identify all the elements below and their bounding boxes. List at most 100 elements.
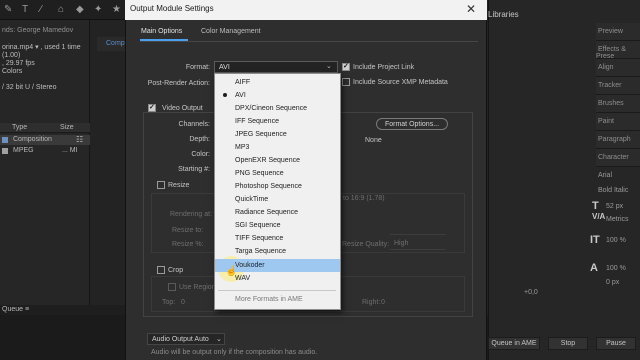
panel-brushes[interactable]: Brushes xyxy=(596,95,640,113)
offset-value: +0,0 xyxy=(524,289,538,296)
depth-label: Depth: xyxy=(189,136,210,143)
footage-res: (1.00) xyxy=(2,52,21,59)
panel-label: Tracker xyxy=(598,82,622,89)
format-option-tiff[interactable]: TIFF Sequence xyxy=(215,232,340,245)
format-option-sgi[interactable]: SGI Sequence xyxy=(215,219,340,232)
format-option-quicktime[interactable]: QuickTime xyxy=(215,193,340,206)
stop-button[interactable]: Stop xyxy=(548,337,588,350)
close-icon[interactable]: ✕ xyxy=(466,2,476,16)
audio-output-select[interactable]: Audio Output Auto ⌄ xyxy=(147,333,225,345)
font-size-icon: T xyxy=(592,200,599,212)
eraser-tool-icon[interactable]: ◆ xyxy=(76,4,84,15)
format-label: Format: xyxy=(185,64,210,71)
panel-paragraph[interactable]: Paragraph xyxy=(596,131,640,149)
footage-fps: , 29.97 fps xyxy=(2,60,35,67)
channels-label: Channels: xyxy=(178,121,210,128)
panel-character[interactable]: Character xyxy=(596,149,640,167)
tab-main-options[interactable]: Main Options xyxy=(141,28,182,35)
format-option-radiance[interactable]: Radiance Sequence xyxy=(215,206,340,219)
format-option-mp3[interactable]: MP3 xyxy=(215,141,340,154)
crop-right-label: Right: xyxy=(362,299,381,306)
format-option-png[interactable]: PNG Sequence xyxy=(215,167,340,180)
resize-to-label: Resize to: xyxy=(172,227,204,234)
resize-checkbox[interactable] xyxy=(157,181,165,189)
panel-label: Effects & Prese xyxy=(596,46,626,60)
panel-effects[interactable]: Effects & Prese xyxy=(596,41,640,60)
col-size[interactable]: Size xyxy=(60,124,74,131)
format-options-button[interactable]: Format Options... xyxy=(376,118,448,130)
panel-label: Brushes xyxy=(598,100,624,107)
row-name: MPEG xyxy=(13,147,34,154)
audio-note: Audio will be output only if the composi… xyxy=(151,349,318,356)
queue-in-ame-button[interactable]: Queue in AME xyxy=(488,337,540,350)
pause-button[interactable]: Pause xyxy=(596,337,636,350)
row-name: Composition xyxy=(13,136,52,143)
include-xmp-label: Include Source XMP Metadata xyxy=(353,79,448,86)
resize-label: Resize xyxy=(168,182,190,189)
panel-paint[interactable]: Paint xyxy=(596,113,640,131)
panel-preview[interactable]: Preview xyxy=(596,23,640,41)
chevron-down-icon: ⌄ xyxy=(216,336,222,343)
project-row-composition[interactable]: Composition ☷ xyxy=(0,135,90,145)
chevron-down-icon: ⌄ xyxy=(326,63,332,70)
baseline-shift-field[interactable]: 100 % xyxy=(606,265,626,272)
roto-tool-icon[interactable]: ✦ xyxy=(94,4,102,15)
format-option-photoshop[interactable]: Photoshop Sequence xyxy=(215,180,340,193)
format-option-dpx[interactable]: DPX/Cineon Sequence xyxy=(215,102,340,115)
footage-name: orina.mp4 ▾ , used 1 time xyxy=(2,44,81,51)
kerning-field[interactable]: Metrics xyxy=(606,216,629,223)
panel-label: Character xyxy=(598,154,629,161)
dialog-title: Output Module Settings xyxy=(125,0,487,20)
resize-to-select[interactable] xyxy=(390,225,446,235)
tab-color-management[interactable]: Color Management xyxy=(201,28,261,35)
include-project-link-label: Include Project Link xyxy=(353,64,415,71)
post-render-label: Post-Render Action: xyxy=(147,80,210,87)
video-output-checkbox[interactable] xyxy=(148,103,156,112)
use-region-checkbox[interactable] xyxy=(168,283,176,291)
project-row-mpeg[interactable]: MPEG ... MI xyxy=(0,146,90,156)
panel-tracker[interactable]: Tracker xyxy=(596,77,640,95)
footage-audio: / 32 bit U / Stereo xyxy=(2,84,57,91)
vertical-scale-field[interactable]: 100 % xyxy=(606,237,626,244)
format-option-openexr[interactable]: OpenEXR Sequence xyxy=(215,154,340,167)
label-color-swatch xyxy=(2,148,8,154)
libraries-tab[interactable]: Libraries xyxy=(488,10,519,19)
panel-label: Paint xyxy=(598,118,614,125)
tools-toolbar: ✎ T ∕ ⌂ ◆ ✦ ★ xyxy=(0,0,130,20)
text-tool-icon[interactable]: T xyxy=(22,4,28,15)
format-option-iff[interactable]: IFF Sequence xyxy=(215,115,340,128)
format-option-avi[interactable]: AVI xyxy=(215,89,340,102)
pen-tool-icon[interactable]: ✎ xyxy=(4,4,12,15)
format-select[interactable]: AVI xyxy=(214,61,338,73)
font-style-field[interactable]: Bold Italic xyxy=(598,187,628,194)
crop-top-value[interactable]: 0 xyxy=(181,299,185,306)
col-type[interactable]: Type xyxy=(12,124,27,131)
queue-label[interactable]: Queue ≡ xyxy=(2,306,29,313)
crop-right-value[interactable]: 0 xyxy=(381,299,385,306)
kerning-icon: V/A xyxy=(592,212,606,221)
more-formats-option[interactable]: More Formats in AME xyxy=(215,293,340,306)
font-size-field[interactable]: 52 px xyxy=(606,203,623,210)
resize-quality-select[interactable]: High xyxy=(390,240,446,250)
rendering-at-label: Rendering at: xyxy=(170,211,213,218)
compression-none-text: None xyxy=(365,137,382,144)
resize-quality-label: Resize Quality: xyxy=(342,241,390,248)
baseline-shift-icon: A xyxy=(590,262,598,274)
puppet-tool-icon[interactable]: ★ xyxy=(112,4,121,15)
include-xmp-checkbox[interactable] xyxy=(342,78,350,86)
brush-tool-icon[interactable]: ∕ xyxy=(40,4,42,15)
stamp-tool-icon[interactable]: ⌂ xyxy=(58,4,64,15)
crop-checkbox[interactable] xyxy=(157,266,165,274)
footage-colors: Colors xyxy=(2,68,23,75)
crop-top-label: Top: xyxy=(162,299,176,306)
flowchart-icon[interactable]: ☷ xyxy=(76,135,83,144)
format-option-aiff[interactable]: AIFF xyxy=(215,76,340,89)
font-family-field[interactable]: Arial xyxy=(598,172,612,179)
include-project-link-checkbox[interactable] xyxy=(342,62,350,71)
panel-align[interactable]: Align xyxy=(596,59,640,77)
format-option-jpeg[interactable]: JPEG Sequence xyxy=(215,128,340,141)
resize-pct-label: Resize %: xyxy=(172,241,204,248)
tsume-field[interactable]: 0 px xyxy=(606,279,619,286)
row-size: ... MI xyxy=(62,147,78,154)
project-table-header: Type Size xyxy=(0,123,90,133)
